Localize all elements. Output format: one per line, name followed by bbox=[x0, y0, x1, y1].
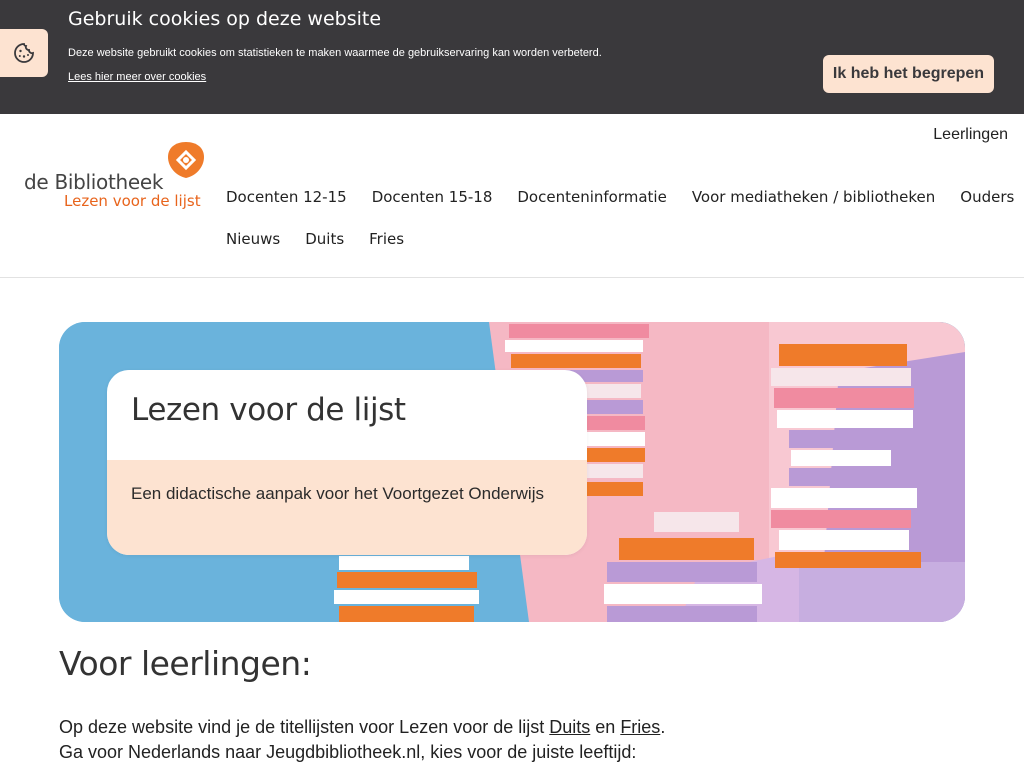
hero-subtitle: Een didactische aanpak voor het Voortgez… bbox=[131, 484, 544, 503]
hero-banner: Lezen voor de lijst Een didactische aanp… bbox=[59, 322, 965, 622]
nav-row-secondary: Nieuws Duits Fries bbox=[226, 218, 1006, 260]
intro-text-1: Op deze website vind je de titellijsten … bbox=[59, 717, 550, 737]
logo-subtitle: Lezen voor de lijst bbox=[64, 192, 201, 210]
nav-row-primary: Docenten 12-15 Docenten 15-18 Docenteninfo… bbox=[226, 176, 1014, 218]
intro-text-2: en bbox=[590, 717, 621, 737]
nav-item-duits[interactable]: Duits bbox=[305, 230, 344, 248]
link-duits[interactable]: Duits bbox=[549, 717, 590, 737]
site-header: de Bibliotheek Lezen voor de lijst Leerl… bbox=[0, 114, 1024, 278]
nav-item-docenten-12-15[interactable]: Docenten 12-15 bbox=[226, 188, 347, 206]
logo-text: de Bibliotheek bbox=[24, 170, 164, 194]
cookie-title: Gebruik cookies op deze website bbox=[68, 8, 382, 30]
nav-item-fries[interactable]: Fries bbox=[369, 230, 404, 248]
intro-text-3: . bbox=[660, 717, 666, 737]
hero-card-body: Een didactische aanpak voor het Voortgez… bbox=[107, 460, 587, 555]
main-nav: Docenten 12-15 Docenten 15-18 Docenteninfo… bbox=[226, 176, 1014, 260]
nav-item-docenteninformatie[interactable]: Docenteninformatie bbox=[517, 188, 666, 206]
hero-card: Lezen voor de lijst Een didactische aanp… bbox=[107, 370, 587, 555]
nav-item-nieuws[interactable]: Nieuws bbox=[226, 230, 280, 248]
nav-item-ouders[interactable]: Ouders bbox=[960, 188, 1014, 206]
hero-title: Lezen voor de lijst bbox=[131, 392, 406, 428]
link-fries[interactable]: Fries bbox=[620, 717, 660, 737]
cookie-info-link[interactable]: Lees hier meer over cookies bbox=[68, 71, 206, 83]
nav-item-docenten-15-18[interactable]: Docenten 15-18 bbox=[372, 188, 493, 206]
hero-card-header: Lezen voor de lijst bbox=[107, 370, 587, 460]
intro-text-4: Ga voor Nederlands naar Jeugdbibliotheek… bbox=[59, 742, 637, 762]
section-heading: Voor leerlingen: bbox=[59, 644, 312, 683]
top-link-leerlingen[interactable]: Leerlingen bbox=[933, 126, 1008, 144]
cookie-settings-button[interactable] bbox=[0, 29, 48, 77]
cookie-text: Deze website gebruikt cookies om statist… bbox=[68, 47, 602, 59]
logo[interactable]: de Bibliotheek Lezen voor de lijst bbox=[24, 140, 214, 212]
bibliotheek-logo-icon bbox=[168, 142, 204, 178]
cookie-icon bbox=[14, 43, 34, 63]
cookie-banner: Gebruik cookies op deze website Deze web… bbox=[0, 0, 1024, 114]
intro-paragraph: Op deze website vind je de titellijsten … bbox=[59, 715, 959, 765]
nav-item-voor-mediatheken-bibliotheken[interactable]: Voor mediatheken / bibliotheken bbox=[692, 188, 935, 206]
cookie-accept-button[interactable]: Ik heb het begrepen bbox=[823, 55, 994, 93]
